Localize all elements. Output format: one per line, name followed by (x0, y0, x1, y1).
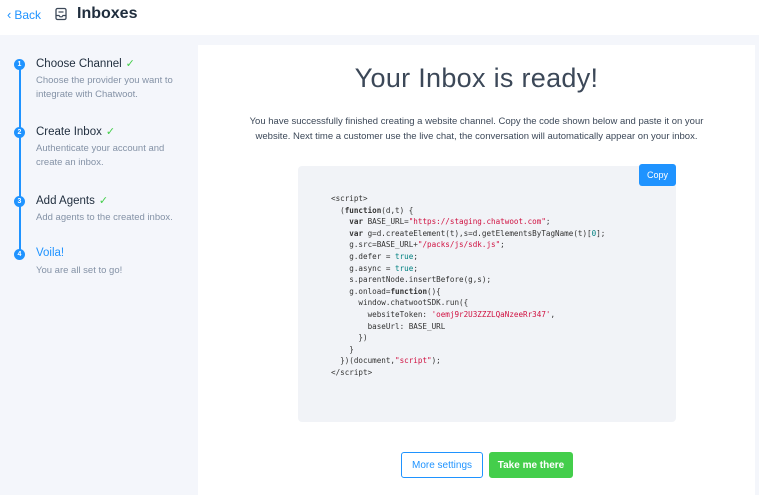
step-title: Choose Channel ✓ (36, 58, 135, 70)
step-number: 1 (14, 59, 25, 70)
check-icon: ✓ (98, 195, 109, 207)
take-me-there-button[interactable]: Take me there (489, 452, 573, 478)
copy-button[interactable]: Copy (639, 164, 676, 186)
back-label: Back (14, 7, 42, 22)
step-title: Create Inbox ✓ (36, 126, 116, 138)
chevron-left-icon: ‹ (7, 7, 12, 22)
step-number: 4 (14, 249, 25, 260)
code-snippet[interactable]: <script> (function(d,t) { var BASE_URL="… (331, 193, 605, 379)
step-number: 2 (14, 127, 25, 138)
inbox-icon (55, 7, 67, 21)
ready-description: You have successfully finished creating … (249, 116, 704, 142)
step-description: You are all set to go! (36, 265, 123, 276)
step-description: Authenticate your account and create an … (36, 143, 165, 168)
step-description: Choose the provider you want to integrat… (36, 75, 173, 100)
timeline-line (19, 62, 21, 252)
more-settings-button[interactable]: More settings (401, 452, 483, 478)
page-title: Inboxes (77, 5, 138, 22)
step-description: Add agents to the created inbox. (36, 212, 173, 223)
step-number: 3 (14, 196, 25, 207)
step-title: Add Agents ✓ (36, 195, 109, 207)
back-button[interactable]: ‹ Back (7, 7, 41, 22)
step-title: Voila! (36, 247, 65, 259)
main-panel: Your Inbox is ready! You have successful… (198, 45, 755, 495)
ready-heading: Your Inbox is ready! (354, 63, 599, 93)
page-header: ‹ Back Inboxes (0, 0, 759, 32)
check-icon: ✓ (105, 126, 116, 138)
check-icon: ✓ (125, 58, 135, 70)
code-snippet-box: Copy <script> (function(d,t) { var BASE_… (298, 164, 676, 422)
